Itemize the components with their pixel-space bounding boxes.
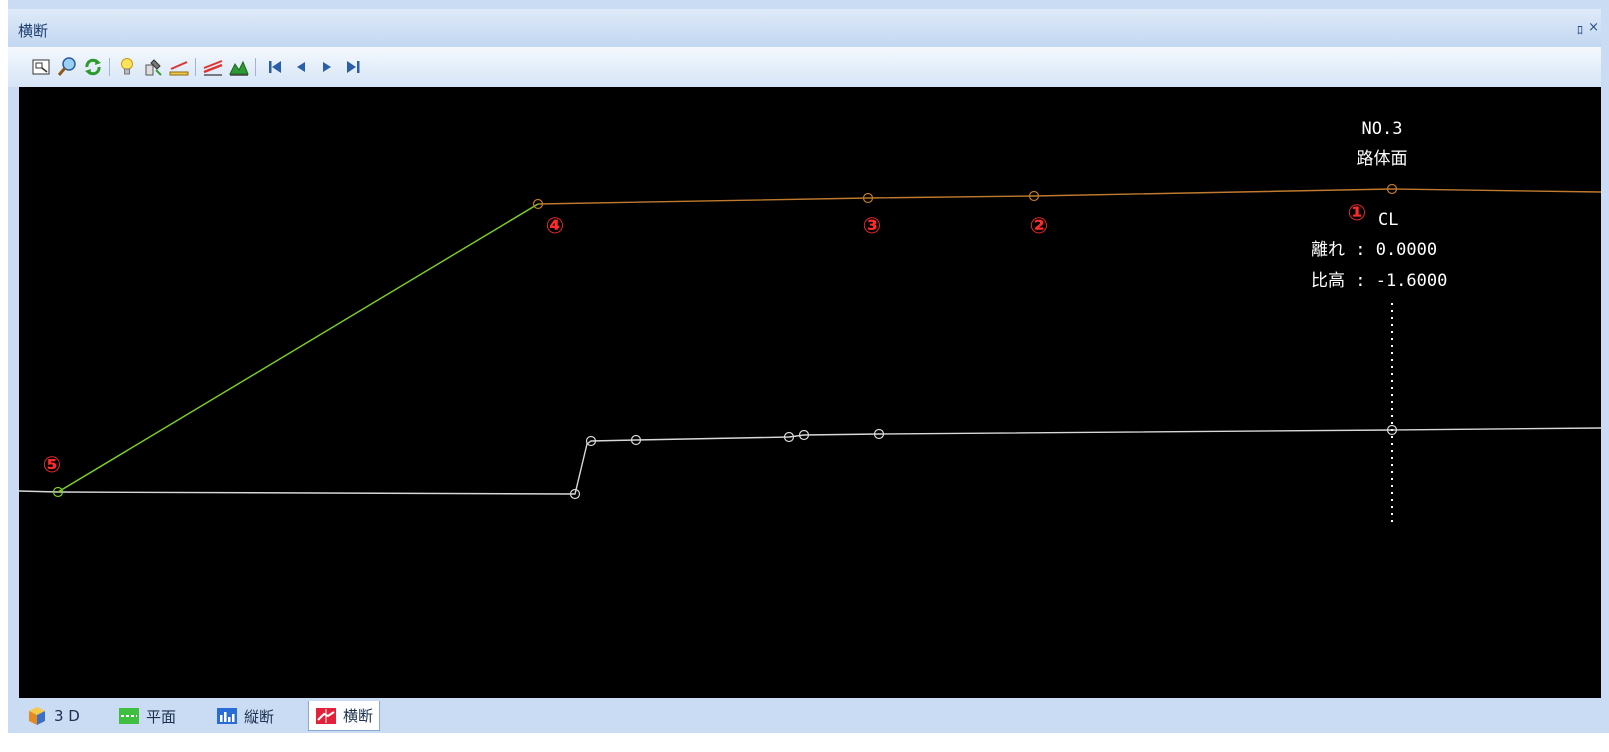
centerline-label: CL bbox=[1378, 210, 1398, 230]
tab-cross-section[interactable]: 横断 bbox=[308, 701, 381, 731]
bottom-margin bbox=[0, 733, 1609, 752]
station-label: NO.3 bbox=[1362, 119, 1403, 139]
tab-profile[interactable]: 縦断 bbox=[210, 701, 280, 731]
light-icon[interactable] bbox=[116, 56, 138, 78]
tab-plan[interactable]: 平面 bbox=[112, 701, 182, 731]
tab-3d[interactable]: 3 D bbox=[20, 701, 86, 731]
close-icon[interactable]: × bbox=[1588, 20, 1599, 35]
tab-profile-label: 縦断 bbox=[244, 707, 275, 726]
settings-icon[interactable] bbox=[142, 56, 164, 78]
ground-line bbox=[19, 427, 1601, 495]
point-marker-1: ① bbox=[1348, 201, 1367, 226]
cross-section-icon bbox=[316, 707, 336, 724]
toolbar-separator bbox=[195, 58, 196, 76]
cube-icon bbox=[29, 707, 45, 725]
layers-icon[interactable] bbox=[202, 56, 224, 78]
toolbar bbox=[8, 47, 1601, 87]
zoom-icon[interactable] bbox=[56, 56, 78, 78]
first-icon[interactable] bbox=[264, 56, 286, 78]
window-title: 横断 bbox=[18, 22, 49, 40]
cross-section-drawing: NO.3 路体面 CL 離れ : 0.0000 比高 : -1.6000 ① ②… bbox=[19, 119, 1601, 523]
point-marker-3: ③ bbox=[863, 214, 882, 239]
tab-cross-section-label: 横断 bbox=[343, 707, 374, 725]
toolbar-separator bbox=[109, 58, 110, 76]
terrain-icon[interactable] bbox=[228, 56, 250, 78]
road-surface-line bbox=[537, 188, 1601, 205]
prev-icon[interactable] bbox=[290, 56, 312, 78]
view-tabbar: 3 D 平面 縦断 横断 bbox=[8, 698, 1601, 733]
fit-view-icon[interactable] bbox=[30, 56, 52, 78]
cross-section-canvas[interactable]: NO.3 路体面 CL 離れ : 0.0000 比高 : -1.6000 ① ②… bbox=[19, 87, 1601, 698]
tab-plan-label: 平面 bbox=[146, 707, 177, 726]
point-marker-4: ④ bbox=[546, 214, 565, 239]
refresh-icon[interactable] bbox=[82, 56, 104, 78]
pin-icon[interactable]: ﾛ bbox=[1577, 21, 1583, 38]
next-icon[interactable] bbox=[316, 56, 338, 78]
point-marker-2: ② bbox=[1030, 214, 1049, 239]
point-marker-5: ⑤ bbox=[43, 453, 62, 478]
height-readout: 比高 : -1.6000 bbox=[1311, 271, 1447, 291]
surface-label: 路体面 bbox=[1357, 149, 1408, 169]
profile-icon bbox=[217, 708, 237, 724]
tab-3d-label: 3 D bbox=[54, 707, 80, 725]
ground-vertices bbox=[569, 424, 1398, 500]
last-icon[interactable] bbox=[342, 56, 364, 78]
slope-line bbox=[57, 203, 539, 493]
window-titlebar: 横断 ﾛ × bbox=[8, 9, 1601, 47]
measure-icon[interactable] bbox=[168, 56, 190, 78]
toolbar-separator bbox=[255, 58, 256, 76]
offset-readout: 離れ : 0.0000 bbox=[1311, 240, 1437, 260]
plan-icon bbox=[119, 708, 139, 724]
